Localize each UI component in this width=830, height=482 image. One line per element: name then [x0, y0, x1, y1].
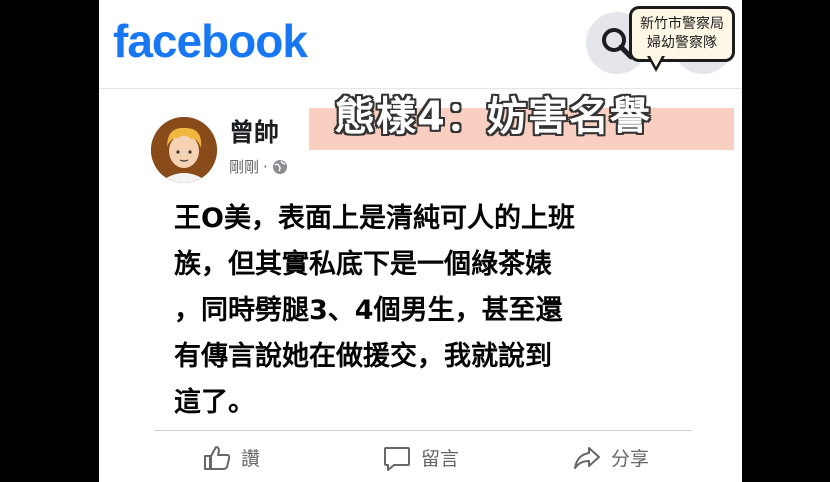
actions-divider [155, 430, 692, 431]
watermark-line-2: 婦幼警察隊 [647, 35, 717, 51]
share-button[interactable]: 分享 [573, 444, 649, 471]
comment-icon [384, 446, 410, 471]
slide-title: 態樣4：妨害名譽 [335, 94, 651, 140]
meta-separator: · [263, 158, 268, 176]
facebook-logo[interactable]: facebook [113, 16, 308, 66]
comment-label: 留言 [421, 448, 460, 470]
watermark-tail-fill [650, 56, 662, 67]
share-label: 分享 [611, 448, 650, 470]
post-author[interactable]: 曾帥 [229, 117, 279, 149]
police-watermark: 新竹市警察局 婦幼警察隊 [629, 6, 735, 62]
share-icon [574, 446, 600, 469]
watermark-line-1: 新竹市警察局 [640, 16, 724, 32]
like-button[interactable]: 讚 [203, 444, 260, 471]
post-meta: 剛剛 · [229, 157, 288, 177]
facebook-post-card: facebook 新竹市警察局 婦幼警察隊 曾帥 態樣4：妨害名譽 剛剛 · 王… [99, 0, 742, 482]
post-time[interactable]: 剛剛 [229, 157, 259, 177]
avatar[interactable] [151, 117, 217, 183]
avatar-illustration [151, 117, 217, 183]
comment-button[interactable]: 留言 [383, 444, 459, 471]
like-label: 讚 [241, 448, 261, 470]
thumbs-up-icon [204, 445, 231, 470]
globe-icon [272, 160, 287, 174]
post-body: 王O美，表面上是清純可人的上班 族，但其實私底下是一個綠茶婊 ，同時劈腿3、4個… [174, 203, 575, 418]
